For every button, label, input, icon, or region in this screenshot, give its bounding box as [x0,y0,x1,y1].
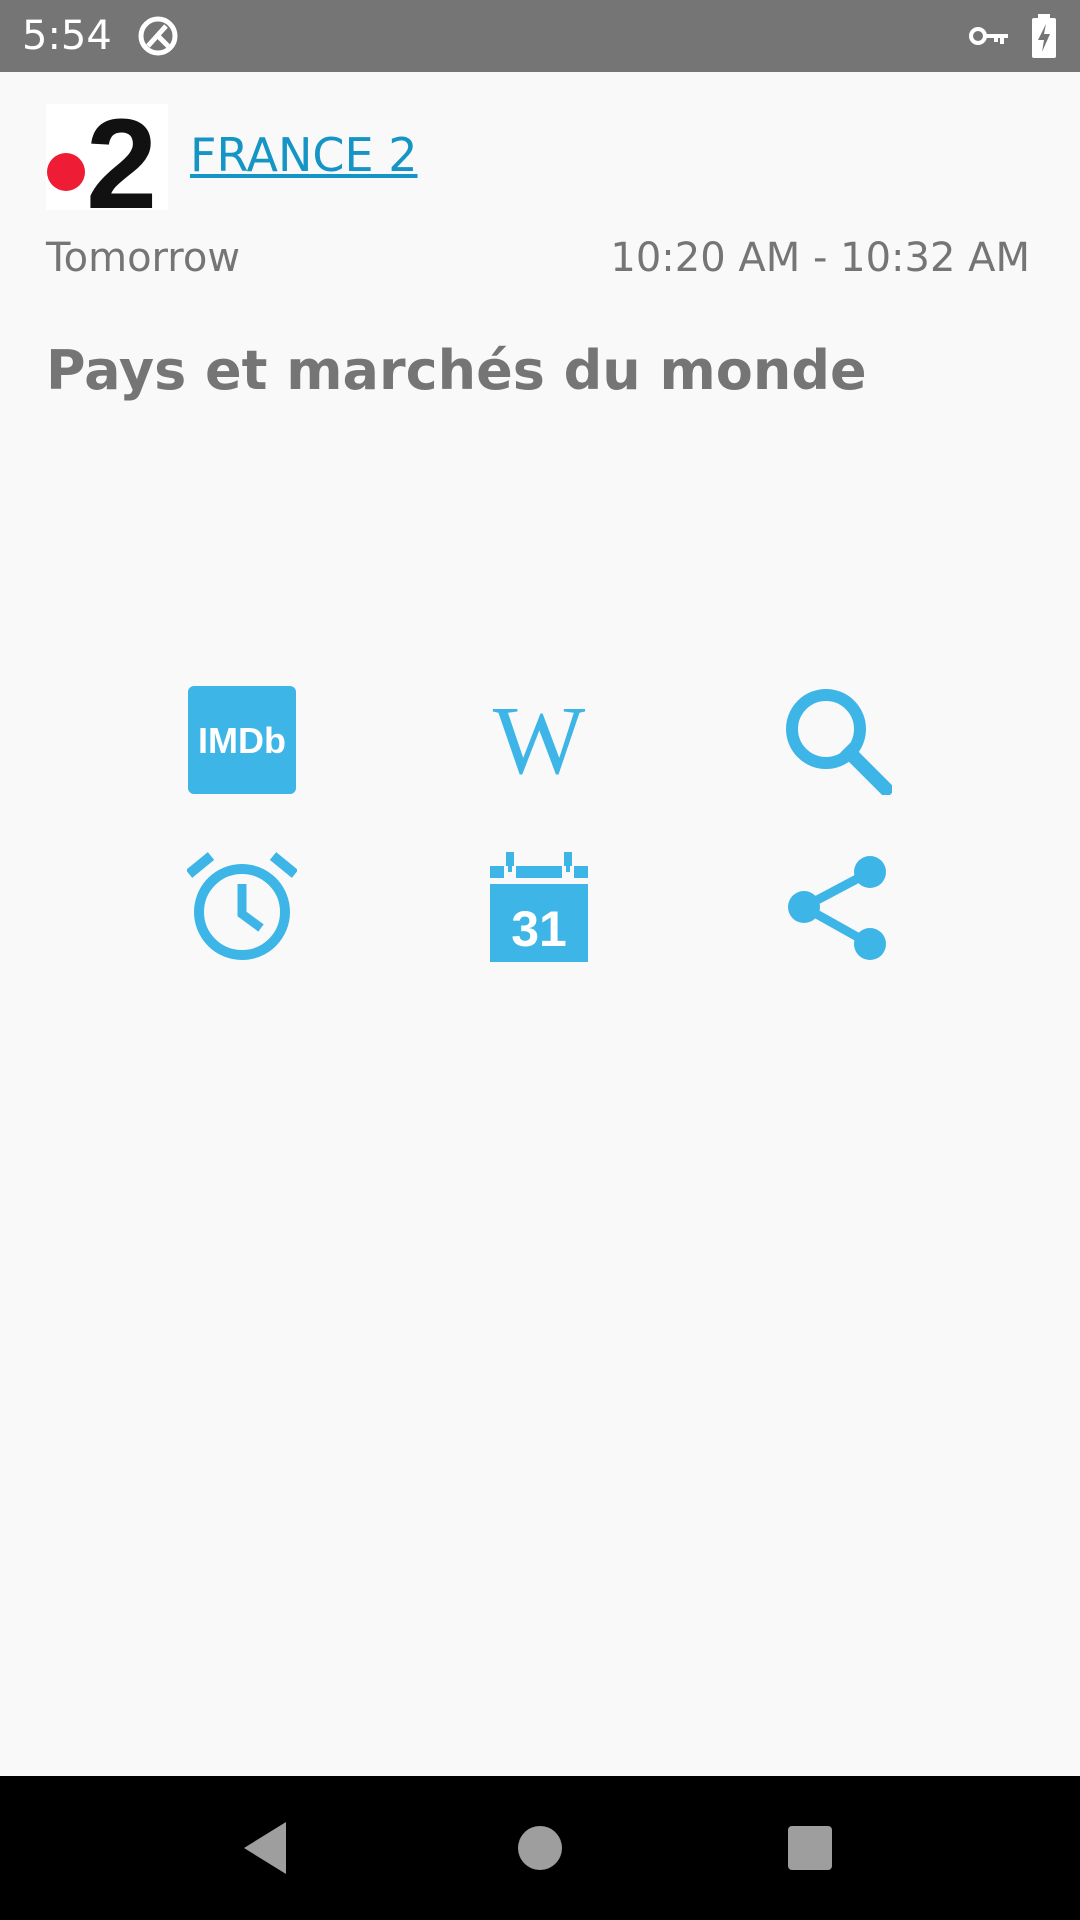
status-bar: 5:54 [0,0,1080,72]
share-button[interactable] [782,852,892,962]
search-icon [786,689,892,795]
imdb-button[interactable]: IMDb [187,685,297,795]
alarm-button[interactable] [187,852,297,962]
calendar-button[interactable]: 31 [484,852,594,962]
program-title: Pays et marchés du monde [46,339,867,402]
sync-icon [138,16,178,56]
logo-number: 2 [86,104,157,210]
calendar-icon: 31 [490,852,588,962]
svg-text:IMDb: IMDb [198,720,286,761]
svg-text:W: W [493,687,586,795]
imdb-icon: IMDb [188,686,296,794]
wikipedia-button[interactable]: W [484,685,594,795]
vpn-key-icon [969,27,1008,45]
share-icon [788,856,886,960]
wikipedia-icon: W [493,687,586,795]
time-range: 10:20 AM - 10:32 AM [610,235,1030,281]
svg-text:31: 31 [511,901,567,957]
navigation-bar [0,1776,1080,1920]
recents-icon[interactable] [778,1816,842,1880]
search-button[interactable] [782,685,892,795]
alarm-icon [187,852,297,960]
channel-logo[interactable]: 2 [46,104,168,210]
home-icon[interactable] [508,1816,572,1880]
channel-name-link[interactable]: FRANCE 2 [190,128,418,182]
day-label: Tomorrow [46,235,241,281]
back-icon[interactable] [236,1816,300,1880]
status-time: 5:54 [22,13,112,59]
battery-charging-icon [1032,14,1056,58]
